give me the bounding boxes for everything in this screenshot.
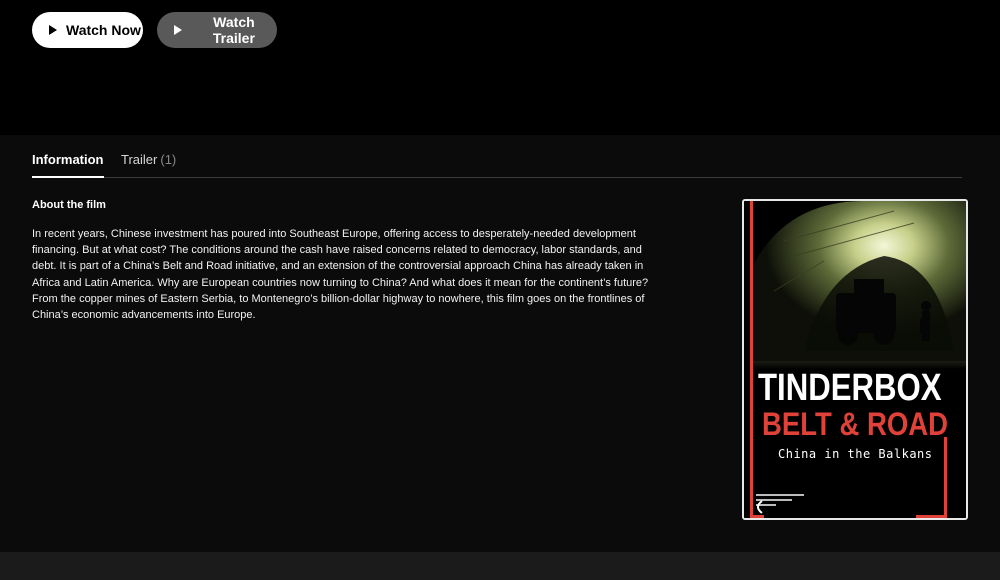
tab-information[interactable]: Information <box>32 152 104 178</box>
footer-band <box>0 552 1000 580</box>
tab-trailer-label: Trailer <box>121 152 158 167</box>
poster-title-line2: BELT & ROAD <box>762 406 949 442</box>
poster-artwork <box>744 201 966 518</box>
poster-subtitle: China in the Balkans <box>778 447 933 461</box>
film-poster[interactable]: TINDERBOX BELT & ROAD China in the Balka… <box>742 199 968 520</box>
film-info-section: Information Trailer (1) About the film In… <box>0 135 1000 552</box>
tab-trailer[interactable]: Trailer (1) <box>121 152 176 178</box>
tab-trailer-count: (1) <box>160 152 177 167</box>
watch-trailer-button[interactable]: Watch Trailer <box>157 12 277 48</box>
about-body: In recent years, Chinese investment has … <box>32 228 649 322</box>
poster-title-line1: TINDERBOX <box>758 367 942 409</box>
watch-trailer-label: Watch Trailer <box>212 14 255 46</box>
play-icon <box>173 25 185 35</box>
tab-bar: Information Trailer (1) <box>32 135 962 178</box>
hero-area: Watch Now Watch Trailer <box>0 0 1000 135</box>
watch-now-button[interactable]: Watch Now <box>32 12 143 48</box>
play-icon <box>48 25 60 35</box>
watch-now-label: Watch Now <box>66 22 141 38</box>
about-title: About the film <box>32 199 106 211</box>
tab-information-label: Information <box>32 152 104 167</box>
